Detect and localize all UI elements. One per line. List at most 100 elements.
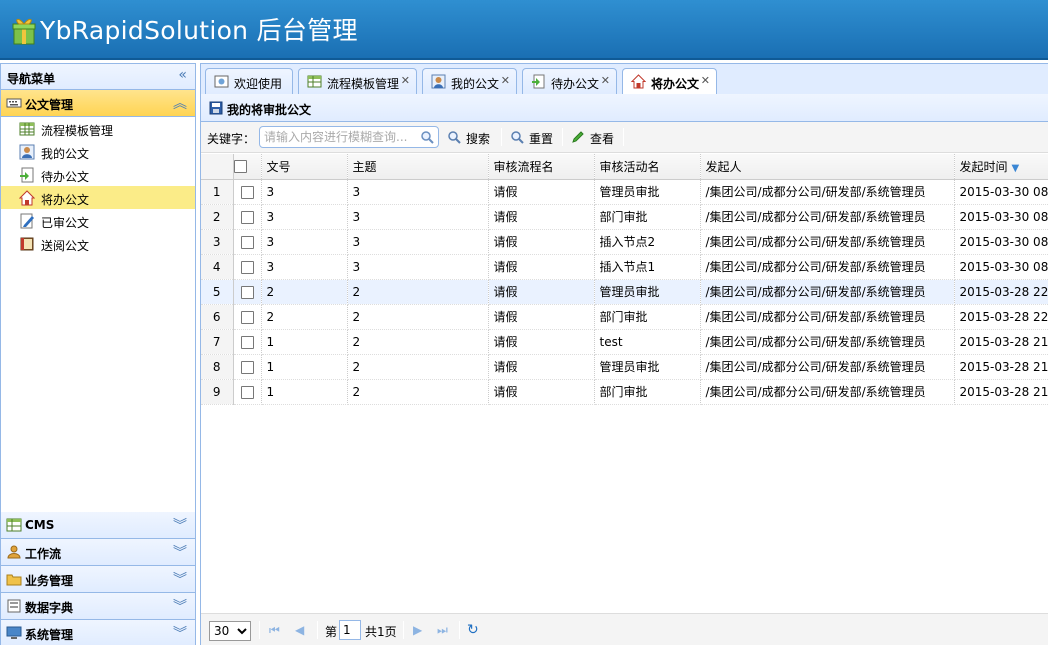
accordion-header-cms[interactable]: CMS ︾	[1, 512, 195, 539]
row-number-cell: 1	[201, 179, 234, 205]
previous-page-icon[interactable]: ◀	[295, 623, 304, 637]
chevron-down-icon[interactable]: ︾	[173, 569, 187, 589]
chevron-down-icon[interactable]: ︾	[173, 623, 187, 643]
reset-button[interactable]: 重置	[510, 129, 558, 147]
view-button-label: 查看	[590, 132, 615, 146]
close-icon[interactable]: ✕	[601, 74, 610, 87]
tab-welcome[interactable]: 欢迎使用	[205, 68, 293, 94]
user-card-icon	[19, 144, 35, 160]
row-checkbox-cell[interactable]	[233, 179, 262, 205]
close-icon[interactable]: ✕	[501, 74, 510, 87]
accordion-header-document-management[interactable]: 公文管理 ︽	[1, 90, 195, 117]
accordion-header-dictionary[interactable]: 数据字典 ︾	[1, 593, 195, 620]
page-size-select[interactable]: 30	[209, 621, 251, 641]
subject-cell: 3	[347, 229, 489, 255]
row-checkbox-cell[interactable]	[233, 379, 262, 405]
nav-item-label: 已审公文	[41, 216, 90, 230]
table-row[interactable]: 3 3 3 请假 插入节点2/集团公司/成都分公司/研发部/系统管理员 2015-03-3…	[201, 229, 1048, 255]
view-button[interactable]: 查看	[571, 129, 619, 147]
starter-cell: /集团公司/成都分公司/研发部/系统管理员	[700, 179, 955, 205]
row-checkbox[interactable]	[240, 360, 254, 374]
page-number-input[interactable]	[339, 620, 361, 640]
starter-cell: /集团公司/成都分公司/研发部/系统管理员	[700, 204, 955, 230]
chevron-down-icon[interactable]: ︾	[173, 515, 187, 535]
last-page-icon[interactable]: ⏭	[437, 623, 448, 638]
accordion-header-workflow[interactable]: 工作流 ︾	[1, 539, 195, 566]
flow-name-cell: 请假	[488, 304, 595, 330]
pager-divider	[403, 621, 404, 639]
nav-item-reviewed-documents[interactable]: 已审公文	[1, 209, 195, 232]
chevron-down-icon[interactable]: ︾	[173, 596, 187, 616]
row-checkbox[interactable]	[240, 385, 254, 399]
accordion-header-system[interactable]: 系统管理 ︾	[1, 620, 195, 645]
column-header-starter[interactable]: 发起人	[700, 154, 955, 180]
keyword-label: 关键字：	[207, 132, 256, 146]
nav-item-forwarded-documents[interactable]: 送阅公文	[1, 232, 195, 255]
nav-item-todo-documents[interactable]: 待办公文	[1, 163, 195, 186]
close-icon[interactable]: ✕	[401, 74, 410, 87]
subject-cell: 2	[347, 304, 489, 330]
activity-name-cell: 管理员审批	[594, 279, 701, 305]
row-checkbox[interactable]	[240, 285, 254, 299]
chevron-up-icon[interactable]: ︽	[173, 93, 187, 113]
table-row[interactable]: 8 1 2 请假 管理员审批/集团公司/成都分公司/研发部/系统管理员 2015-03-2…	[201, 354, 1048, 380]
row-checkbox-cell[interactable]	[233, 329, 262, 355]
tab-strip: 欢迎使用 流程模板管理 ✕ 我的公文 ✕ 待办公文 ✕ 将办公文 ✕	[200, 63, 1048, 95]
column-header-flow-name[interactable]: 审核流程名	[488, 154, 595, 180]
search-box[interactable]	[259, 126, 439, 148]
table-row[interactable]: 9 1 2 请假 部门审批/集团公司/成都分公司/研发部/系统管理员 2015-03-28…	[201, 379, 1048, 405]
row-checkbox-cell[interactable]	[233, 229, 262, 255]
column-header-activity-name[interactable]: 审核活动名	[594, 154, 701, 180]
tab-my-documents[interactable]: 我的公文 ✕	[422, 68, 517, 94]
collapse-left-icon[interactable]: «	[178, 67, 187, 83]
row-checkbox-cell[interactable]	[233, 279, 262, 305]
first-page-icon[interactable]: ⏮	[269, 623, 280, 638]
table-row[interactable]: 6 2 2 请假 部门审批/集团公司/成都分公司/研发部/系统管理员 2015-03-28…	[201, 304, 1048, 330]
close-icon[interactable]: ✕	[701, 74, 710, 87]
starter-cell: /集团公司/成都分公司/研发部/系统管理员	[700, 329, 955, 355]
row-checkbox-cell[interactable]	[233, 354, 262, 380]
refresh-icon[interactable]: ↻	[467, 622, 479, 638]
row-checkbox-cell[interactable]	[233, 304, 262, 330]
select-all-checkbox-cell[interactable]	[233, 154, 262, 180]
row-number-cell: 3	[201, 229, 234, 255]
gift-logo-icon	[12, 18, 36, 45]
tab-todo-documents[interactable]: 待办公文 ✕	[522, 68, 617, 94]
row-checkbox[interactable]	[240, 210, 254, 224]
column-header-doc-no[interactable]: 文号	[261, 154, 348, 180]
next-page-icon[interactable]: ▶	[413, 623, 422, 637]
row-checkbox[interactable]	[240, 260, 254, 274]
subject-cell: 3	[347, 254, 489, 280]
table-row[interactable]: 5 2 2 请假 管理员审批/集团公司/成都分公司/研发部/系统管理员 2015-03-2…	[201, 279, 1048, 305]
nav-item-upcoming-documents[interactable]: 将办公文	[1, 186, 195, 209]
search-icon[interactable]	[420, 130, 434, 144]
search-button[interactable]: 搜索	[447, 129, 497, 147]
table-grid-icon	[307, 75, 322, 88]
row-checkbox-cell[interactable]	[233, 204, 262, 230]
row-checkbox-cell[interactable]	[233, 254, 262, 280]
column-header-subject[interactable]: 主题	[347, 154, 489, 180]
app-title: YbRapidSolution 后台管理	[40, 16, 358, 45]
tab-upcoming-documents[interactable]: 将办公文 ✕	[622, 68, 717, 95]
column-header-start-time[interactable]: 发起时间 ▼	[954, 154, 1048, 180]
nav-item-my-documents[interactable]: 我的公文	[1, 140, 195, 163]
table-row[interactable]: 1 3 3 请假 管理员审批/集团公司/成都分公司/研发部/系统管理员 2015-03-3…	[201, 179, 1048, 205]
nav-item-flow-template[interactable]: 流程模板管理	[1, 117, 195, 140]
row-checkbox[interactable]	[240, 335, 254, 349]
doc-no-cell: 3	[261, 204, 348, 230]
table-row[interactable]: 7 1 2 请假 test/集团公司/成都分公司/研发部/系统管理员 2015-03-28…	[201, 329, 1048, 355]
table-row[interactable]: 4 3 3 请假 插入节点1/集团公司/成都分公司/研发部/系统管理员 2015-03-3…	[201, 254, 1048, 280]
accordion-header-business[interactable]: 业务管理 ︾	[1, 566, 195, 593]
tab-flow-template[interactable]: 流程模板管理 ✕	[298, 68, 417, 94]
accordion-label: 公文管理	[25, 98, 74, 112]
row-checkbox[interactable]	[240, 185, 254, 199]
chevron-down-icon[interactable]: ︾	[173, 542, 187, 562]
table-row[interactable]: 2 3 3 请假 部门审批/集团公司/成都分公司/研发部/系统管理员 2015-03-30…	[201, 204, 1048, 230]
row-checkbox[interactable]	[240, 235, 254, 249]
doc-no-cell: 2	[261, 279, 348, 305]
search-input[interactable]	[264, 129, 414, 145]
row-checkbox[interactable]	[240, 310, 254, 324]
select-all-checkbox[interactable]	[233, 160, 247, 174]
subject-cell: 3	[347, 179, 489, 205]
flow-name-cell: 请假	[488, 254, 595, 280]
